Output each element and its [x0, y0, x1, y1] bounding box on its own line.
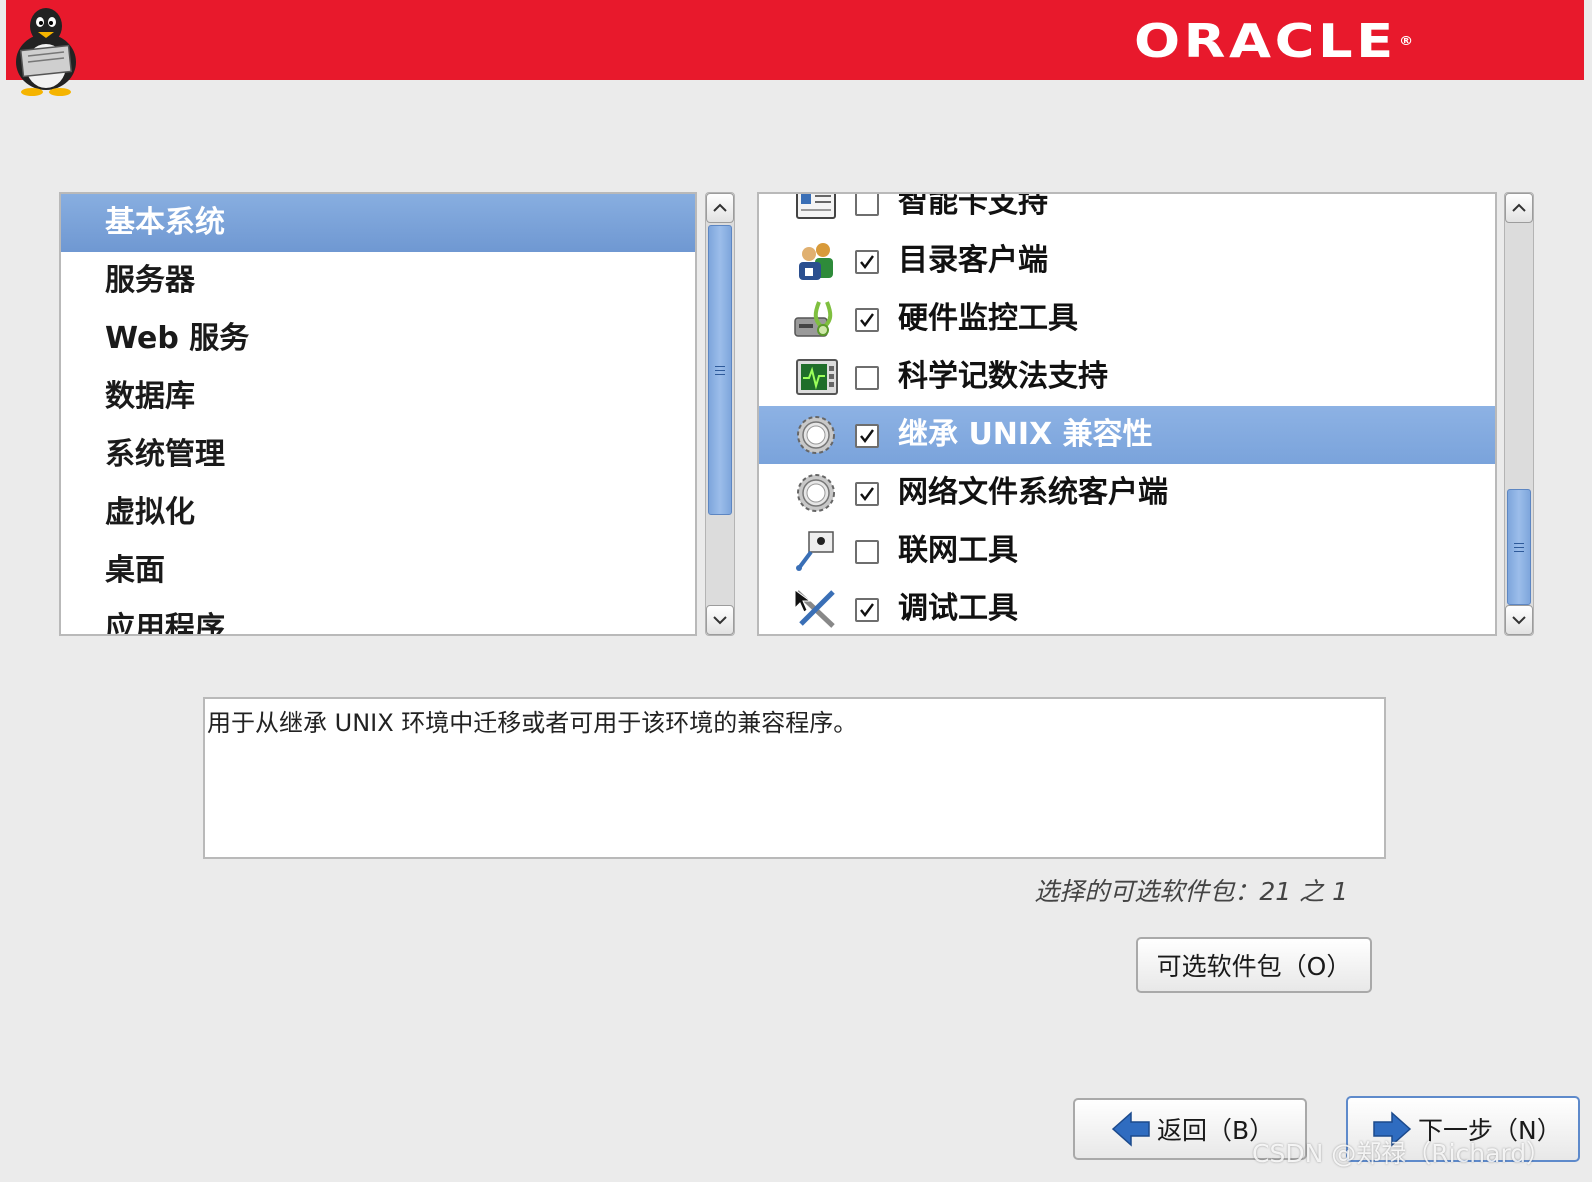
- network-tools-icon: [796, 531, 834, 571]
- package-checkbox[interactable]: [855, 424, 879, 448]
- package-checkbox[interactable]: [855, 366, 879, 390]
- package-item[interactable]: 科学记数法支持: [759, 348, 1495, 406]
- package-item[interactable]: 硬件监控工具: [759, 290, 1495, 348]
- chevron-down-icon: [713, 616, 727, 625]
- optional-packages-button[interactable]: 可选软件包（O）: [1136, 937, 1372, 993]
- package-checkbox[interactable]: [855, 308, 879, 332]
- package-label: 目录客户端: [898, 243, 1048, 278]
- scientific-icon: [796, 359, 838, 395]
- package-checkbox[interactable]: [855, 194, 879, 216]
- group-list[interactable]: 基本系统 服务器 Web 服务 数据库 系统管理 虚拟化 桌面 应用程序: [59, 192, 697, 636]
- package-label: 继承 UNIX 兼容性: [898, 417, 1153, 452]
- grip-icon: [1514, 542, 1524, 552]
- scroll-thumb[interactable]: [1507, 489, 1531, 605]
- package-checkbox[interactable]: [855, 598, 879, 622]
- arrow-left-icon: [1111, 1111, 1150, 1147]
- package-item[interactable]: 调试工具: [759, 580, 1495, 634]
- package-item-selected[interactable]: 继承 UNIX 兼容性: [759, 406, 1495, 464]
- debug-tools-icon: [794, 589, 835, 628]
- checkmark-icon: [860, 429, 874, 443]
- group-item-system-management[interactable]: 系统管理: [61, 426, 695, 484]
- package-list-scrollbar[interactable]: [1504, 192, 1534, 636]
- group-item-applications[interactable]: 应用程序: [61, 600, 695, 634]
- selection-count: 选择的可选软件包：21 之 1: [1034, 877, 1348, 906]
- checkmark-icon: [860, 487, 874, 501]
- package-list[interactable]: 智能卡支持 目录客户端 硬件监控工具 科学记数法支持 继承 UNIX 兼容性 网…: [757, 192, 1497, 636]
- group-list-scrollbar[interactable]: [705, 192, 735, 636]
- package-checkbox[interactable]: [855, 250, 879, 274]
- scroll-down-button[interactable]: [706, 605, 734, 635]
- checkmark-icon: [860, 313, 874, 327]
- group-item-databases[interactable]: 数据库: [61, 368, 695, 426]
- group-item-servers[interactable]: 服务器: [61, 252, 695, 310]
- package-label: 科学记数法支持: [898, 359, 1108, 394]
- package-description: 用于从继承 UNIX 环境中迁移或者可用于该环境的兼容程序。: [203, 697, 1386, 859]
- scroll-up-button[interactable]: [706, 193, 734, 223]
- group-item-web-services[interactable]: Web 服务: [61, 310, 695, 368]
- gear-icon: [797, 416, 835, 454]
- package-label: 智能卡支持: [898, 192, 1048, 220]
- hardware-monitor-icon: [794, 301, 833, 337]
- header-banner: ORACLE ®: [6, 0, 1584, 80]
- scroll-up-button[interactable]: [1505, 193, 1533, 223]
- grip-icon: [715, 365, 725, 375]
- package-label: 硬件监控工具: [898, 301, 1078, 336]
- checkmark-icon: [860, 255, 874, 269]
- group-item-virtualization[interactable]: 虚拟化: [61, 484, 695, 542]
- chevron-down-icon: [1512, 616, 1526, 625]
- package-checkbox[interactable]: [855, 482, 879, 506]
- optional-packages-label: 可选软件包（O）: [1156, 952, 1352, 981]
- scroll-down-button[interactable]: [1505, 605, 1533, 635]
- scroll-thumb[interactable]: [708, 225, 732, 515]
- package-label: 网络文件系统客户端: [898, 475, 1168, 510]
- checkmark-icon: [860, 603, 874, 617]
- group-item-desktop[interactable]: 桌面: [61, 542, 695, 600]
- smartcard-icon: [796, 194, 836, 219]
- package-item[interactable]: 联网工具: [759, 522, 1495, 580]
- watermark: CSDN @郑禄（Richard）: [1252, 1139, 1552, 1168]
- chevron-up-icon: [713, 203, 727, 212]
- oracle-logo: ORACLE ®: [1134, 14, 1414, 68]
- package-item[interactable]: 目录客户端: [759, 232, 1495, 290]
- package-checkbox[interactable]: [855, 540, 879, 564]
- package-item[interactable]: 智能卡支持: [759, 192, 1495, 232]
- package-label: 联网工具: [898, 533, 1018, 568]
- directory-client-icon: [799, 243, 833, 280]
- package-item[interactable]: 网络文件系统客户端: [759, 464, 1495, 522]
- package-label: 调试工具: [898, 591, 1018, 626]
- tux-penguin-icon: [16, 8, 76, 96]
- chevron-up-icon: [1512, 203, 1526, 212]
- group-item-base-system[interactable]: 基本系统: [61, 194, 695, 252]
- gear-icon: [797, 474, 835, 512]
